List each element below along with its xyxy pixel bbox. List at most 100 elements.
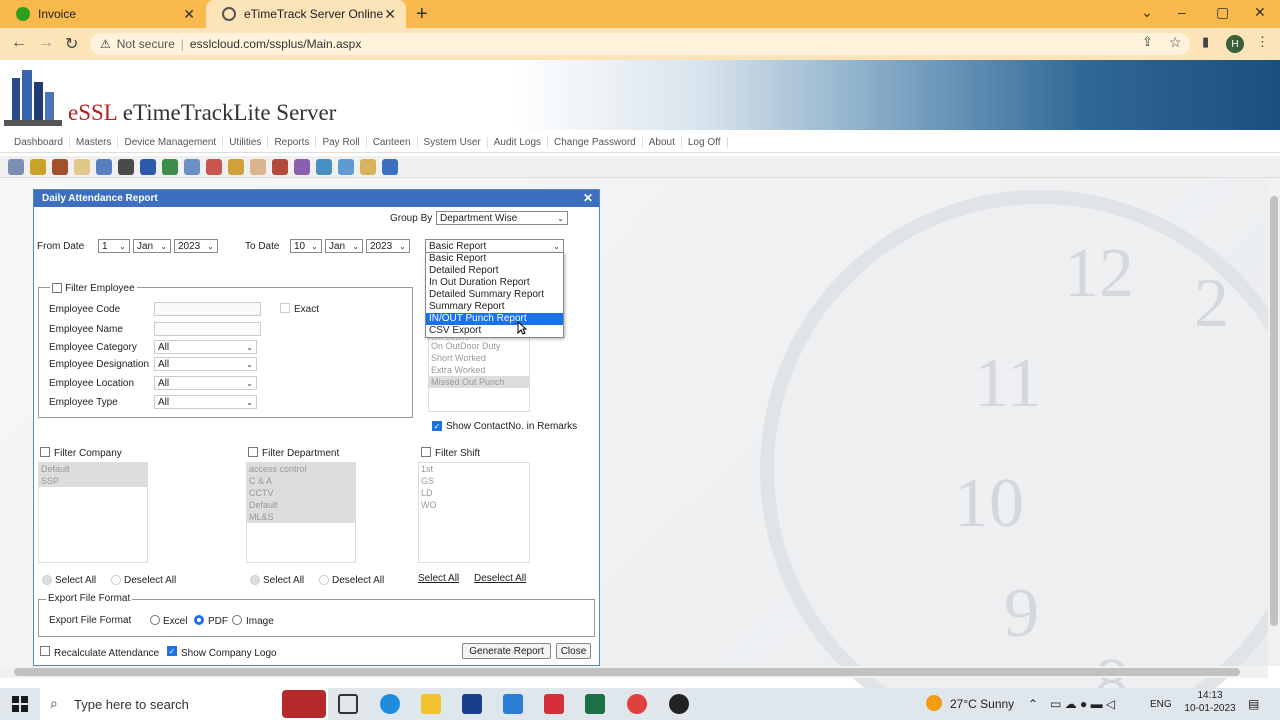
group-by-select[interactable]: Department Wise ⌄	[436, 211, 568, 225]
book-icon[interactable]	[140, 158, 156, 175]
notification-icon[interactable]: ▤	[1248, 697, 1259, 711]
list-item[interactable]: WO	[419, 499, 529, 511]
list-item[interactable]: GS	[419, 475, 529, 487]
side-panel-icon[interactable]: ▮	[1202, 34, 1209, 50]
excel-radio[interactable]	[150, 615, 160, 625]
company-list[interactable]: Default SSP	[38, 462, 148, 563]
menu-utilities[interactable]: Utilities	[223, 137, 269, 148]
exact-checkbox[interactable]	[280, 303, 290, 313]
shift-select-all-link[interactable]: Select All	[418, 573, 459, 584]
filter-company-checkbox[interactable]	[40, 447, 50, 457]
menu-canteen[interactable]: Canteen	[367, 137, 418, 148]
list-item[interactable]: Missed Out Punch	[429, 376, 529, 388]
window-close-button[interactable]: ✕	[1254, 4, 1266, 21]
sync-icon[interactable]	[316, 158, 332, 175]
show-hidden-icons[interactable]: ⌃	[1028, 697, 1038, 711]
users-icon[interactable]	[8, 158, 24, 175]
shift-deselect-all-link[interactable]: Deselect All	[474, 573, 526, 584]
train-thumbnail-icon[interactable]	[282, 690, 326, 718]
report-icon[interactable]	[162, 158, 178, 175]
new-tab-button[interactable]: +	[416, 3, 428, 26]
status-list[interactable]: On Leave On OutDoor Duty Short Worked Ex…	[428, 330, 530, 412]
company-select-all-radio[interactable]	[42, 575, 52, 585]
list-item[interactable]: SSP	[39, 475, 147, 487]
employee-name-input[interactable]	[154, 322, 261, 336]
list-item[interactable]: ML&S	[247, 511, 355, 523]
vertical-scroll-thumb[interactable]	[1270, 196, 1278, 626]
to-month-select[interactable]: Jan ⌄	[325, 239, 363, 253]
filter-shift-checkbox[interactable]	[421, 447, 431, 457]
grid-icon[interactable]	[96, 158, 112, 175]
generate-report-button[interactable]: Generate Report	[462, 643, 551, 659]
department-deselect-all-radio[interactable]	[319, 575, 329, 585]
bookmark-star-icon[interactable]: ☆	[1169, 34, 1182, 51]
reload-icon[interactable]: ↻	[65, 34, 78, 54]
filter-employee-checkbox[interactable]	[52, 283, 62, 294]
close-button[interactable]: Close	[556, 643, 591, 659]
folder-icon[interactable]	[74, 158, 90, 175]
windows-start-icon[interactable]	[12, 696, 28, 712]
employee-code-input[interactable]	[154, 302, 261, 316]
maximize-button[interactable]: ▢	[1216, 4, 1229, 21]
anydesk-icon[interactable]	[544, 694, 564, 714]
browser-tab-etimetrack[interactable]: eTimeTrack Server Online ✕	[206, 0, 406, 28]
option-csv-export[interactable]: CSV Export	[426, 325, 563, 337]
option-in-out-punch-report[interactable]: IN/OUT Punch Report	[426, 313, 563, 325]
back-icon[interactable]: ←	[11, 34, 27, 52]
employee-type-select[interactable]: All ⌄	[154, 395, 257, 409]
list-item[interactable]: C & A	[247, 475, 355, 487]
company-deselect-all-radio[interactable]	[111, 575, 121, 585]
export-icon[interactable]	[228, 158, 244, 175]
browser-tab-invoice[interactable]: Invoice ✕	[0, 0, 205, 28]
list-item[interactable]: Extra Worked	[429, 364, 529, 376]
key-icon[interactable]	[30, 158, 46, 175]
chrome-icon[interactable]	[627, 694, 647, 714]
address-bar[interactable]: ⚠ Not secure | esslcloud.com/ssplus/Main…	[90, 33, 1190, 55]
menu-pay-roll[interactable]: Pay Roll	[316, 137, 367, 148]
sun-weather-icon[interactable]	[926, 695, 942, 711]
employee-category-select[interactable]: All ⌄	[154, 340, 257, 354]
recalculate-checkbox[interactable]	[40, 646, 50, 656]
puzzle-icon[interactable]	[294, 158, 310, 175]
archive-icon[interactable]	[360, 158, 376, 175]
minimize-button[interactable]: –	[1178, 4, 1186, 20]
weather-text[interactable]: 27°C Sunny	[950, 697, 1014, 711]
list-item[interactable]: Short Worked	[429, 352, 529, 364]
clock[interactable]: 14:13 10-01-2023	[1176, 690, 1244, 714]
menu-masters[interactable]: Masters	[70, 137, 119, 148]
edit-icon[interactable]	[206, 158, 222, 175]
to-year-select[interactable]: 2023 ⌄	[366, 239, 410, 253]
menu-log-off[interactable]: Log Off	[682, 137, 728, 148]
globe-tool-icon[interactable]	[338, 158, 354, 175]
pdf-radio[interactable]	[194, 615, 204, 625]
from-day-select[interactable]: 1 ⌄	[98, 239, 130, 253]
file-explorer-icon[interactable]	[421, 694, 441, 714]
more-menu-icon[interactable]: ⋮	[1256, 34, 1269, 50]
close-tab-icon[interactable]: ✕	[384, 6, 396, 23]
horizontal-scroll-thumb[interactable]	[14, 668, 1240, 676]
to-day-select[interactable]: 10 ⌄	[290, 239, 322, 253]
employee-location-select[interactable]: All ⌄	[154, 376, 257, 390]
list-item[interactable]: On OutDoor Duty	[429, 340, 529, 352]
tools-icon[interactable]	[272, 158, 288, 175]
list-item[interactable]: Default	[247, 499, 355, 511]
menu-change-password[interactable]: Change Password	[548, 137, 643, 148]
from-year-select[interactable]: 2023 ⌄	[174, 239, 218, 253]
option-in-out-duration-report[interactable]: In Out Duration Report	[426, 277, 563, 289]
option-detailed-report[interactable]: Detailed Report	[426, 265, 563, 277]
menu-system-user[interactable]: System User	[418, 137, 488, 148]
option-summary-report[interactable]: Summary Report	[426, 301, 563, 313]
profile-avatar[interactable]: H	[1226, 35, 1244, 53]
help-icon[interactable]	[382, 158, 398, 175]
share-icon[interactable]: ⇪	[1142, 34, 1153, 50]
dialog-close-icon[interactable]: ✕	[583, 191, 593, 205]
list-item[interactable]: 1st	[419, 463, 529, 475]
show-logo-checkbox[interactable]: ✓	[167, 646, 177, 656]
task-view-icon[interactable]	[338, 694, 358, 714]
option-basic-report[interactable]: Basic Report	[426, 253, 563, 265]
list-item[interactable]: LD	[419, 487, 529, 499]
department-select-all-radio[interactable]	[250, 575, 260, 585]
edge-icon[interactable]	[380, 694, 400, 714]
image-radio[interactable]	[232, 615, 242, 625]
menu-audit-logs[interactable]: Audit Logs	[488, 137, 549, 148]
